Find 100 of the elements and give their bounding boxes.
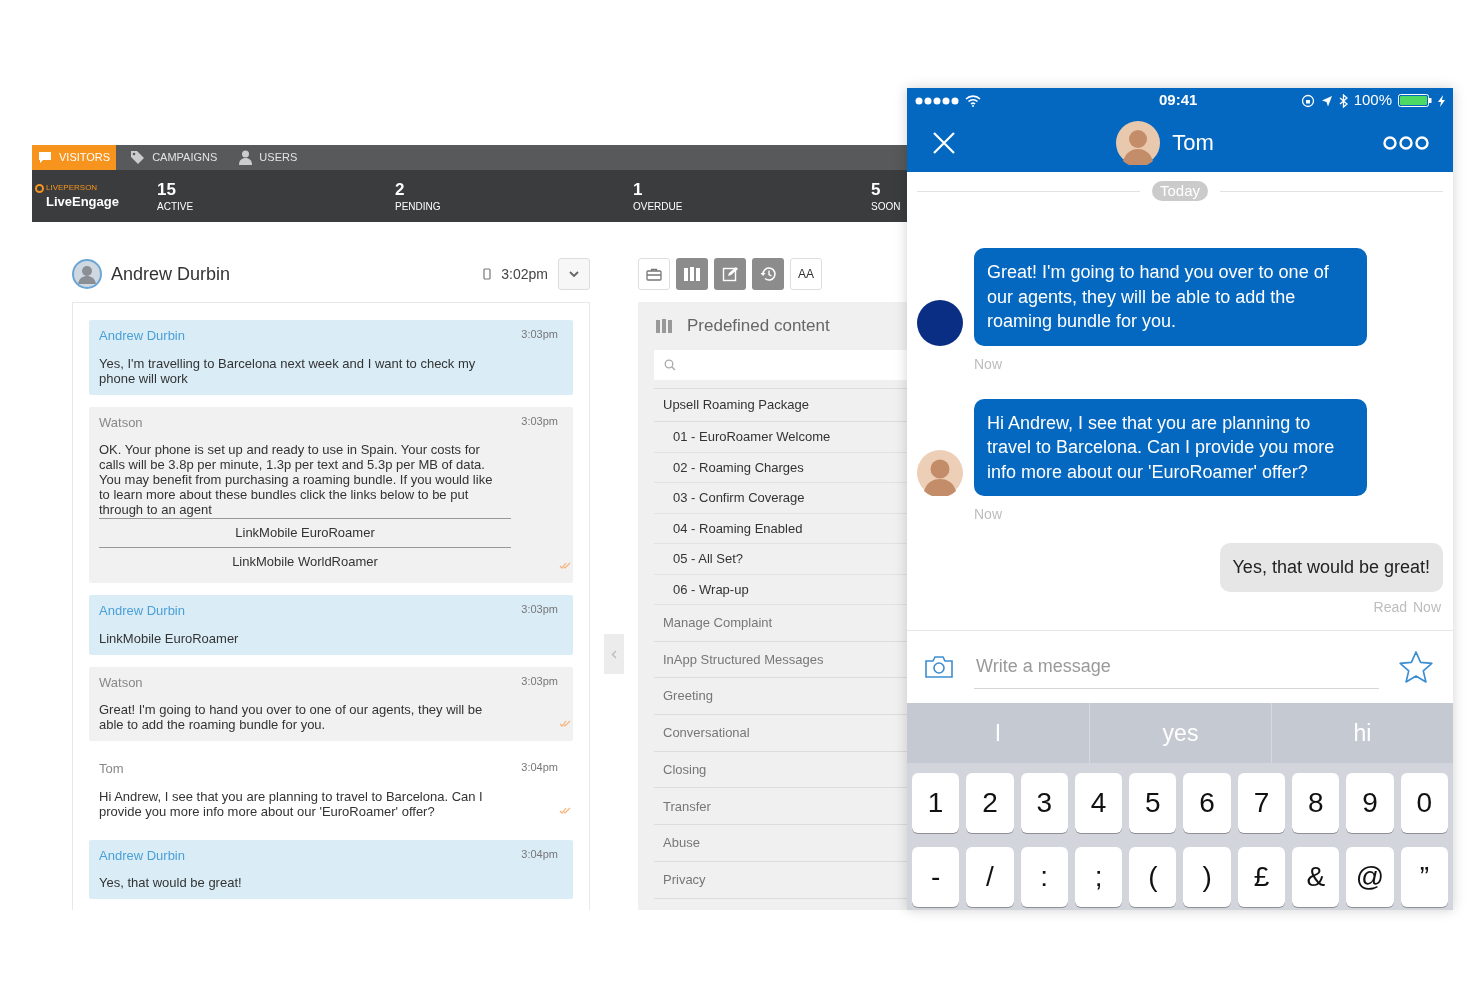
message-bubble: Hi Andrew, I see that you are planning to travel to Barcelona. Can I provide you more info more about our 'EuroRoamer' offer? bbox=[974, 398, 1367, 496]
message-time: 3:03pm bbox=[521, 413, 559, 429]
history-icon bbox=[759, 266, 777, 282]
sender-name: Andrew Durbin bbox=[99, 327, 185, 345]
keyboard-key[interactable]: @ bbox=[1346, 847, 1394, 907]
bundle-link[interactable]: LinkMobile EuroRoamer bbox=[99, 518, 511, 546]
nav-tab[interactable]: USERS bbox=[231, 145, 306, 170]
stat-label: OVERDUE bbox=[633, 199, 683, 213]
search-field[interactable] bbox=[654, 350, 907, 380]
sender-name: Andrew Durbin bbox=[99, 602, 185, 620]
chat-start-time: 3:02pm bbox=[501, 264, 548, 284]
sender-name: Andrew Durbin bbox=[99, 846, 185, 865]
toolbar-button[interactable] bbox=[638, 258, 670, 290]
keyboard-key[interactable]: ) bbox=[1183, 847, 1231, 907]
stat-value: 5 bbox=[871, 179, 881, 200]
message-bubble: Yes, that would be great! bbox=[1219, 543, 1443, 592]
keyboard-key[interactable]: £ bbox=[1237, 847, 1286, 907]
message-time: 3:04pm bbox=[521, 846, 559, 862]
person-avatar-icon bbox=[917, 450, 963, 496]
mobile-phone-icon bbox=[483, 268, 492, 280]
stat-value: 2 bbox=[395, 179, 405, 200]
toolbar-button[interactable] bbox=[676, 258, 708, 290]
message-time: 3:03pm bbox=[521, 602, 559, 617]
message-bubble: Great! I'm going to hand you over to one of our agents, they will be able to add the roaming bundle for you. bbox=[974, 248, 1367, 346]
keyboard-key[interactable]: 9 bbox=[1346, 773, 1394, 833]
chevron-left-icon bbox=[611, 649, 617, 659]
camera-button[interactable] bbox=[924, 654, 956, 680]
keyboard-key[interactable]: 6 bbox=[1183, 773, 1231, 833]
message-text: Yes, I'm travelling to Barcelona next week and I want to check my phone will work bbox=[99, 355, 477, 386]
message-text: OK. Your phone is set up and ready to use in Spain. Your costs for calls will be 3.8p per minute, 1.3p per text and 5.3p per MB of data. You may benefit from purchasing a roaming bundle. If you would like to learn more about these bundles click the links below to be put through to an agent bbox=[99, 442, 494, 517]
toolbar-button[interactable]: AA bbox=[790, 258, 822, 290]
keyboard-key[interactable]: 7 bbox=[1237, 773, 1286, 833]
star-icon bbox=[1398, 650, 1434, 684]
message-time: 3:04pm bbox=[521, 760, 559, 775]
bot-avatar-icon bbox=[917, 299, 963, 346]
keyboard-key[interactable]: ; bbox=[1074, 847, 1123, 907]
chevron-down-icon bbox=[569, 270, 579, 278]
chat-bubble-icon bbox=[38, 151, 52, 164]
visitor-name: Andrew Durbin bbox=[111, 262, 231, 286]
more-icon bbox=[1383, 135, 1429, 150]
brand-tagline: LIVEPERSON bbox=[46, 182, 98, 194]
toolbar-button[interactable] bbox=[714, 258, 746, 290]
keyboard-key[interactable]: & bbox=[1292, 847, 1340, 907]
collapse-handle[interactable] bbox=[604, 634, 624, 674]
library-icon bbox=[655, 318, 673, 334]
close-icon bbox=[932, 130, 956, 155]
keyboard-key[interactable]: 1 bbox=[912, 773, 960, 833]
keyboard-key[interactable]: ( bbox=[1129, 847, 1177, 907]
keyboard-key[interactable]: : bbox=[1020, 847, 1068, 907]
message-field[interactable]: Write a message bbox=[974, 645, 1379, 689]
sender-name: Tom bbox=[99, 760, 124, 778]
stat-value: 15 bbox=[157, 179, 176, 200]
message-time: Now bbox=[1413, 598, 1441, 616]
keyboard-key[interactable]: 5 bbox=[1129, 773, 1177, 833]
dropdown-button[interactable] bbox=[558, 258, 590, 290]
toolbar-button[interactable] bbox=[752, 258, 784, 290]
search-icon bbox=[664, 359, 676, 371]
person-avatar-icon bbox=[1116, 120, 1161, 165]
sender-name: Watson bbox=[99, 673, 143, 692]
message-time: Now bbox=[974, 505, 1002, 524]
location-arrow-icon bbox=[1320, 94, 1333, 107]
briefcase-icon bbox=[646, 267, 662, 281]
avatar-icon bbox=[72, 259, 102, 289]
message-time: 3:03pm bbox=[521, 327, 559, 342]
message-time: 3:03pm bbox=[521, 673, 559, 689]
message-text: Yes, that would be great! bbox=[99, 875, 243, 890]
keyboard-key[interactable]: 2 bbox=[966, 773, 1014, 833]
stat-value: 1 bbox=[633, 179, 643, 200]
close-button[interactable] bbox=[931, 129, 957, 156]
keyboard-key[interactable]: / bbox=[966, 847, 1014, 907]
logo-icon bbox=[35, 183, 44, 193]
wifi-icon bbox=[965, 94, 981, 107]
message-text: LinkMobile EuroRoamer bbox=[99, 630, 240, 646]
keyboard-key[interactable]: ” bbox=[1400, 847, 1448, 907]
charging-bolt-icon bbox=[1438, 94, 1445, 107]
message-text: Great! I'm going to hand you over to one of our agents, they will be able to add the roaming bundle for you. bbox=[99, 702, 484, 732]
contact-name: Tom bbox=[1172, 129, 1214, 157]
battery-icon bbox=[1398, 94, 1432, 107]
message-time: Now bbox=[974, 354, 1002, 374]
favorite-button[interactable] bbox=[1398, 649, 1436, 685]
nav-tab[interactable]: CAMPAIGNS bbox=[122, 145, 226, 170]
bundle-link[interactable]: LinkMobile WorldRoamer bbox=[99, 546, 511, 574]
keyboard-key[interactable]: 4 bbox=[1074, 773, 1123, 833]
keyboard-key[interactable]: 3 bbox=[1020, 773, 1068, 833]
user-icon bbox=[239, 150, 253, 165]
edit-icon bbox=[722, 266, 738, 282]
stat-label: SOON bbox=[871, 199, 901, 213]
battery-percent: 100% bbox=[1353, 90, 1392, 111]
bluetooth-icon bbox=[1338, 93, 1348, 108]
keyboard-key[interactable]: 0 bbox=[1400, 773, 1448, 833]
sender-name: Watson bbox=[99, 413, 143, 432]
message-text: Hi Andrew, I see that you are planning to travel to Barcelona. Can I provide you more info more about our 'EuroRoamer' offer? bbox=[99, 788, 484, 819]
read-status: Read bbox=[1373, 598, 1407, 616]
rotation-lock-icon bbox=[1300, 93, 1315, 108]
panel-title: Predefined content bbox=[687, 315, 830, 338]
signal-dots-icon bbox=[915, 96, 961, 105]
stat-label: ACTIVE bbox=[157, 199, 194, 213]
library-icon bbox=[683, 266, 701, 282]
keyboard-key[interactable]: 8 bbox=[1292, 773, 1340, 833]
keyboard-key[interactable]: - bbox=[912, 847, 960, 907]
